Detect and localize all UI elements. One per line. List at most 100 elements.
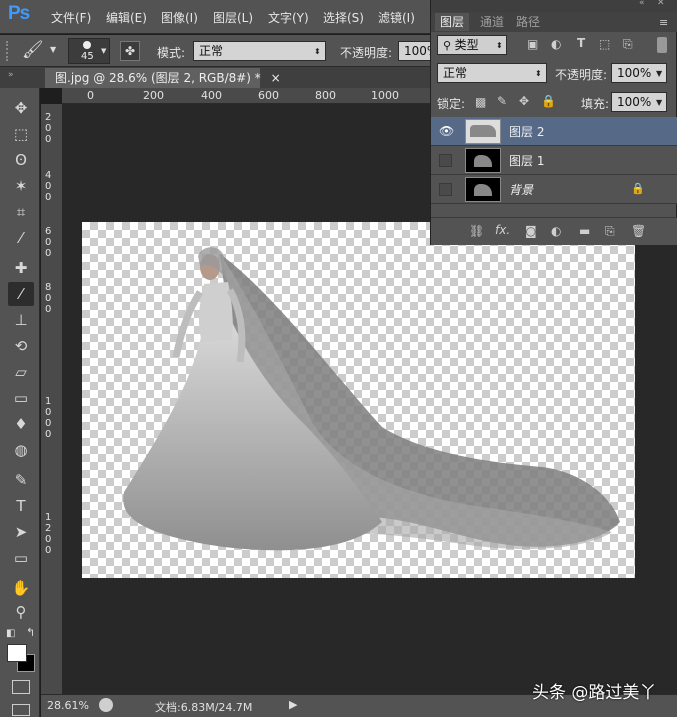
default-colors-icon[interactable]: ◧ bbox=[6, 628, 15, 639]
spot-healing-tool-icon[interactable]: ✚ bbox=[8, 256, 34, 280]
clone-stamp-tool-icon[interactable]: ⊥ bbox=[8, 308, 34, 332]
layer-row-layer2[interactable]: 👁 图层 2 bbox=[431, 117, 677, 146]
adjustment-filter-icon[interactable]: ◐ bbox=[551, 37, 561, 51]
foreground-color-swatch[interactable] bbox=[7, 644, 27, 662]
zoom-tool-icon[interactable]: ⚲ bbox=[8, 600, 34, 624]
fill-label: 填充: bbox=[581, 97, 610, 111]
visibility-toggle[interactable] bbox=[439, 154, 452, 167]
smart-object-filter-icon[interactable]: ⎘ bbox=[623, 37, 633, 52]
lasso-tool-icon[interactable]: ʘ bbox=[8, 148, 34, 172]
eyedropper-tool-icon[interactable]: ⁄ bbox=[8, 226, 34, 250]
tab-layers[interactable]: 图层 bbox=[435, 13, 470, 31]
ruler-tick-label: 0 bbox=[45, 429, 52, 440]
rectangle-tool-icon[interactable]: ▭ bbox=[8, 546, 34, 570]
lock-icon: 🔒 bbox=[631, 182, 645, 195]
new-layer-icon[interactable]: ⎘ bbox=[605, 224, 615, 239]
shape-filter-icon[interactable]: ⬚ bbox=[599, 37, 610, 51]
layers-panel-footer: ⛓ fx. ◙ ◐ ▬ ⎘ 🗑 bbox=[431, 217, 677, 245]
crop-tool-icon[interactable]: ⌗ bbox=[8, 200, 34, 224]
lock-all-icon[interactable]: 🔒 bbox=[541, 94, 556, 108]
type-filter-icon[interactable]: T bbox=[577, 36, 585, 50]
layer-thumbnail bbox=[465, 148, 501, 173]
add-layer-style-icon[interactable]: fx. bbox=[495, 223, 510, 237]
dodge-tool-icon[interactable]: ◍ bbox=[8, 438, 34, 462]
document-size-info: 文档:6.83M/24.7M bbox=[155, 701, 253, 714]
link-layers-icon[interactable]: ⛓ bbox=[469, 224, 484, 238]
lock-label: 锁定: bbox=[437, 97, 466, 111]
tab-paths[interactable]: 路径 bbox=[511, 13, 545, 31]
layer-name[interactable]: 背景 bbox=[509, 181, 533, 198]
layer-name[interactable]: 图层 2 bbox=[509, 123, 544, 140]
lock-transparent-icon[interactable]: ▩ bbox=[475, 95, 486, 109]
move-tool-icon[interactable]: ✥ bbox=[8, 96, 34, 120]
expand-toolbar-icon[interactable]: » bbox=[8, 70, 14, 80]
type-tool-icon[interactable]: T bbox=[8, 494, 34, 518]
close-panel-icon[interactable]: ✕ bbox=[657, 0, 665, 8]
ruler-tick-label: 0 bbox=[45, 304, 52, 315]
image-canvas[interactable] bbox=[82, 222, 635, 578]
layer-filter-select[interactable]: ⚲ 类型 ⬍ bbox=[437, 35, 507, 55]
new-group-icon[interactable]: ▬ bbox=[579, 224, 590, 238]
fill-input[interactable]: 100% ▼ bbox=[611, 92, 667, 112]
opacity-input[interactable]: 100% bbox=[398, 41, 433, 61]
menu-image[interactable]: 图像(I) bbox=[161, 9, 198, 26]
layer-row-layer1[interactable]: 图层 1 bbox=[431, 146, 677, 175]
brush-tip-icon bbox=[83, 41, 91, 49]
filter-toggle-switch[interactable] bbox=[657, 37, 667, 53]
magic-wand-tool-icon[interactable]: ✶ bbox=[8, 174, 34, 198]
brush-tool-icon[interactable]: ⁄ bbox=[8, 282, 34, 306]
document-tab[interactable]: 图.jpg @ 28.6% (图层 2, RGB/8#) * × bbox=[45, 68, 281, 88]
chevron-down-icon: ▼ bbox=[101, 47, 107, 55]
tools-panel: ✥ ⬚ ʘ ✶ ⌗ ⁄ ✚ ⁄ ⊥ ⟲ ▱ ▭ ♦ ◍ ✎ T ➤ ▭ ✋ ⚲ … bbox=[0, 88, 40, 717]
swap-colors-icon[interactable]: ↰ bbox=[26, 626, 35, 639]
ruler-tick-label: 0 bbox=[87, 89, 94, 102]
pixel-filter-icon[interactable]: ▣ bbox=[527, 37, 538, 51]
delete-layer-icon[interactable]: 🗑 bbox=[631, 224, 646, 238]
menu-layer[interactable]: 图层(L) bbox=[213, 9, 253, 26]
marquee-tool-icon[interactable]: ⬚ bbox=[8, 122, 34, 146]
menu-edit[interactable]: 编辑(E) bbox=[106, 9, 147, 26]
chevron-down-icon: ▼ bbox=[656, 69, 663, 78]
lock-position-icon[interactable]: ✥ bbox=[519, 94, 529, 108]
pen-tool-icon[interactable]: ✎ bbox=[8, 468, 34, 492]
brush-panel-toggle-icon[interactable]: ✤ bbox=[120, 41, 140, 61]
collapse-panel-icon[interactable]: « bbox=[639, 0, 645, 8]
zoom-level[interactable]: 28.61% bbox=[47, 699, 89, 712]
mode-select[interactable]: 正常 ⬍ bbox=[193, 41, 326, 61]
eraser-tool-icon[interactable]: ▱ bbox=[8, 360, 34, 384]
tab-channels[interactable]: 通道 bbox=[475, 13, 509, 31]
visibility-eye-icon[interactable]: 👁 bbox=[439, 124, 454, 138]
lock-image-icon[interactable]: ✎ bbox=[497, 94, 507, 108]
menu-filter[interactable]: 滤镜(I) bbox=[378, 9, 415, 26]
filter-kind: 类型 bbox=[454, 38, 479, 52]
tool-preset-arrow-icon[interactable]: ▼ bbox=[50, 45, 56, 54]
status-menu-arrow-icon[interactable]: ▶ bbox=[289, 698, 297, 711]
ruler-tick-label: 2 bbox=[45, 523, 52, 534]
brush-preset-picker[interactable]: 45 ▼ bbox=[68, 38, 110, 64]
quick-mask-icon[interactable] bbox=[12, 680, 30, 694]
history-brush-tool-icon[interactable]: ⟲ bbox=[8, 334, 34, 358]
menu-file[interactable]: 文件(F) bbox=[51, 9, 91, 26]
gradient-tool-icon[interactable]: ▭ bbox=[8, 386, 34, 410]
panel-menu-icon[interactable]: ≡ bbox=[659, 16, 668, 29]
menu-type[interactable]: 文字(Y) bbox=[268, 9, 309, 26]
ruler-tick-label: 0 bbox=[45, 134, 52, 145]
new-adjustment-layer-icon[interactable]: ◐ bbox=[551, 224, 561, 238]
bar-grip[interactable] bbox=[6, 41, 10, 61]
close-tab-icon[interactable]: × bbox=[271, 71, 281, 85]
status-info-icon[interactable] bbox=[99, 698, 113, 712]
menu-select[interactable]: 选择(S) bbox=[323, 9, 364, 26]
add-mask-icon[interactable]: ◙ bbox=[525, 224, 537, 238]
brush-tool-icon[interactable]: 🖌 bbox=[22, 40, 44, 60]
blend-mode-select[interactable]: 正常 ⬍ bbox=[437, 63, 547, 83]
screen-mode-icon[interactable] bbox=[12, 704, 30, 716]
blur-tool-icon[interactable]: ♦ bbox=[8, 412, 34, 436]
ruler-tick-label: 600 bbox=[258, 89, 279, 102]
updown-arrow-icon: ⬍ bbox=[314, 47, 321, 56]
layer-row-background[interactable]: 背景 🔒 bbox=[431, 175, 677, 204]
hand-tool-icon[interactable]: ✋ bbox=[8, 576, 34, 600]
layer-name[interactable]: 图层 1 bbox=[509, 152, 544, 169]
layer-opacity-input[interactable]: 100% ▼ bbox=[611, 63, 667, 83]
path-selection-tool-icon[interactable]: ➤ bbox=[8, 520, 34, 544]
visibility-toggle[interactable] bbox=[439, 183, 452, 196]
